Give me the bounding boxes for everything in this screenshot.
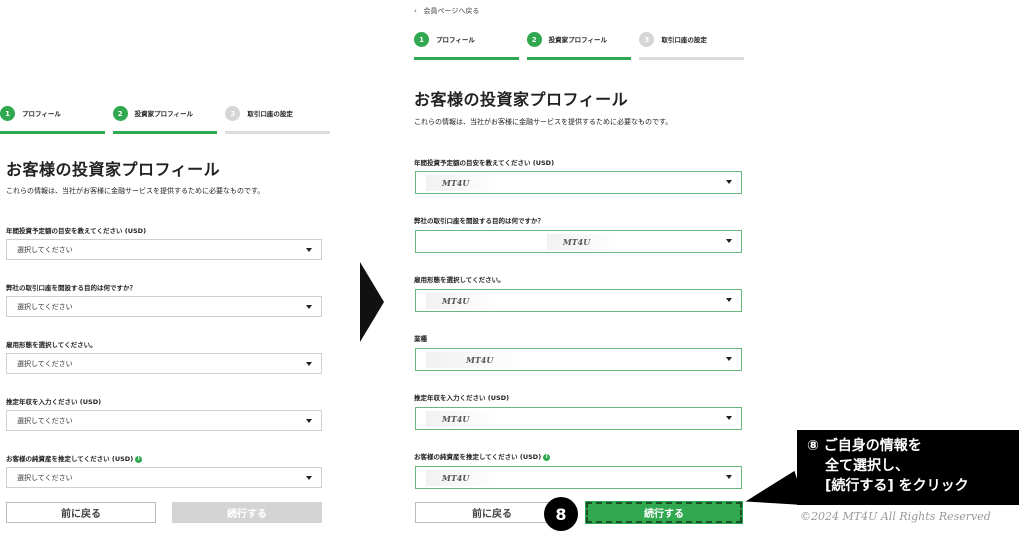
step-account-setup: 3 取引口座の設定 — [639, 24, 745, 60]
chevron-down-icon — [726, 180, 732, 184]
field-label-net-worth: お客様の純資産を推定してください (USD) i — [414, 451, 551, 461]
chevron-down-icon — [306, 248, 312, 252]
step-investor-profile: 2 投資家プロフィール — [526, 24, 632, 60]
field-label-annual-income: 推定年収を入力ください (USD) — [6, 398, 102, 406]
chevron-down-icon — [726, 239, 732, 243]
step-label: 取引口座の設定 — [247, 110, 293, 118]
back-to-member-page-link[interactable]: ‹ 会員ページへ戻る — [414, 6, 479, 16]
step-number: 3 — [639, 32, 655, 47]
step-number: 2 — [526, 32, 542, 47]
investment-amount-select[interactable]: 選択してください — [6, 239, 322, 260]
continue-button[interactable]: 続行する — [585, 501, 743, 524]
step-investor-profile: 2 投資家プロフィール — [112, 98, 218, 134]
chevron-down-icon — [726, 416, 732, 420]
step-number: 3 — [225, 106, 241, 121]
annual-income-select[interactable]: MT4U — [415, 407, 742, 430]
field-label-annual-income: 推定年収を入力ください (USD) — [414, 394, 510, 402]
chevron-down-icon — [306, 362, 312, 366]
field-label-industry: 業種 — [414, 335, 427, 343]
step-badge: 8 — [544, 497, 578, 531]
stepper: 1 プロフィール 2 投資家プロフィール 3 取引口座の設定 — [0, 98, 331, 134]
field-label-account-purpose: 弊社の取引口座を開設する目的は何ですか？ — [414, 217, 544, 225]
info-icon[interactable]: i — [135, 455, 143, 463]
field-label-employment: 雇用形態を選択してください。 — [414, 276, 505, 284]
industry-select[interactable]: MT4U — [415, 348, 742, 371]
arrow-right-icon — [360, 262, 384, 342]
step-label: 投資家プロフィール — [548, 36, 608, 44]
back-button[interactable]: 前に戻る — [6, 502, 156, 523]
instruction-callout: ⑧ ご自身の情報を 全て選択し、 [続行する] をクリック — [797, 430, 1019, 505]
step-number: 1 — [0, 106, 15, 121]
page-title: お客様の投資家プロフィール — [414, 90, 629, 109]
chevron-down-icon — [306, 419, 312, 423]
page-subtitle: これらの情報は、当社がお客様に金融サービスを提供するために必要なものです。 — [414, 118, 673, 126]
chevron-down-icon — [306, 305, 312, 309]
chevron-down-icon — [726, 357, 732, 361]
employment-select[interactable]: 選択してください — [6, 353, 322, 374]
stepper: 1 プロフィール 2 投資家プロフィール 3 取引口座の設定 — [414, 24, 745, 60]
step-label: 取引口座の設定 — [661, 36, 707, 44]
field-label-investment-amount: 年間投資予定額の目安を教えてください (USD) — [414, 159, 555, 167]
net-worth-select[interactable]: MT4U — [415, 466, 742, 489]
account-purpose-select[interactable]: MT4U — [415, 230, 742, 253]
step-account-setup: 3 取引口座の設定 — [225, 98, 331, 134]
net-worth-select[interactable]: 選択してください — [6, 467, 322, 488]
investment-amount-select[interactable]: MT4U — [415, 171, 742, 194]
step-label: プロフィール — [22, 110, 61, 118]
page-subtitle: これらの情報は、当社がお客様に金融サービスを提供するために必要なものです。 — [6, 187, 265, 195]
field-label-account-purpose: 弊社の取引口座を開設する目的は何ですか？ — [6, 284, 136, 292]
copyright-text: ©2024 MT4U All Rights Reserved — [800, 510, 991, 523]
annual-income-select[interactable]: 選択してください — [6, 410, 322, 431]
step-label: 投資家プロフィール — [134, 110, 194, 118]
page-title: お客様の投資家プロフィール — [6, 160, 221, 179]
step-profile: 1 プロフィール — [0, 98, 105, 134]
step-label: プロフィール — [436, 36, 475, 44]
chevron-down-icon — [726, 298, 732, 302]
chevron-down-icon — [726, 475, 732, 479]
step-profile: 1 プロフィール — [414, 24, 519, 60]
step-number: 1 — [414, 32, 429, 47]
field-label-investment-amount: 年間投資予定額の目安を教えてください (USD) — [6, 227, 147, 235]
chevron-down-icon — [306, 476, 312, 480]
account-purpose-select[interactable]: 選択してください — [6, 296, 322, 317]
continue-button-disabled[interactable]: 続行する — [172, 502, 322, 523]
employment-select[interactable]: MT4U — [415, 289, 742, 312]
field-label-net-worth: お客様の純資産を推定してください (USD) i — [6, 453, 143, 463]
form-panel-filled: ‹ 会員ページへ戻る 1 プロフィール 2 投資家プロフィール 3 取引口座の設… — [408, 0, 753, 535]
field-label-employment: 雇用形態を選択してください。 — [6, 341, 97, 349]
step-number: 2 — [112, 106, 128, 121]
info-icon[interactable]: i — [543, 453, 551, 461]
form-panel-empty: 1 プロフィール 2 投資家プロフィール 3 取引口座の設定 お客様の投資家プロ… — [0, 98, 331, 535]
